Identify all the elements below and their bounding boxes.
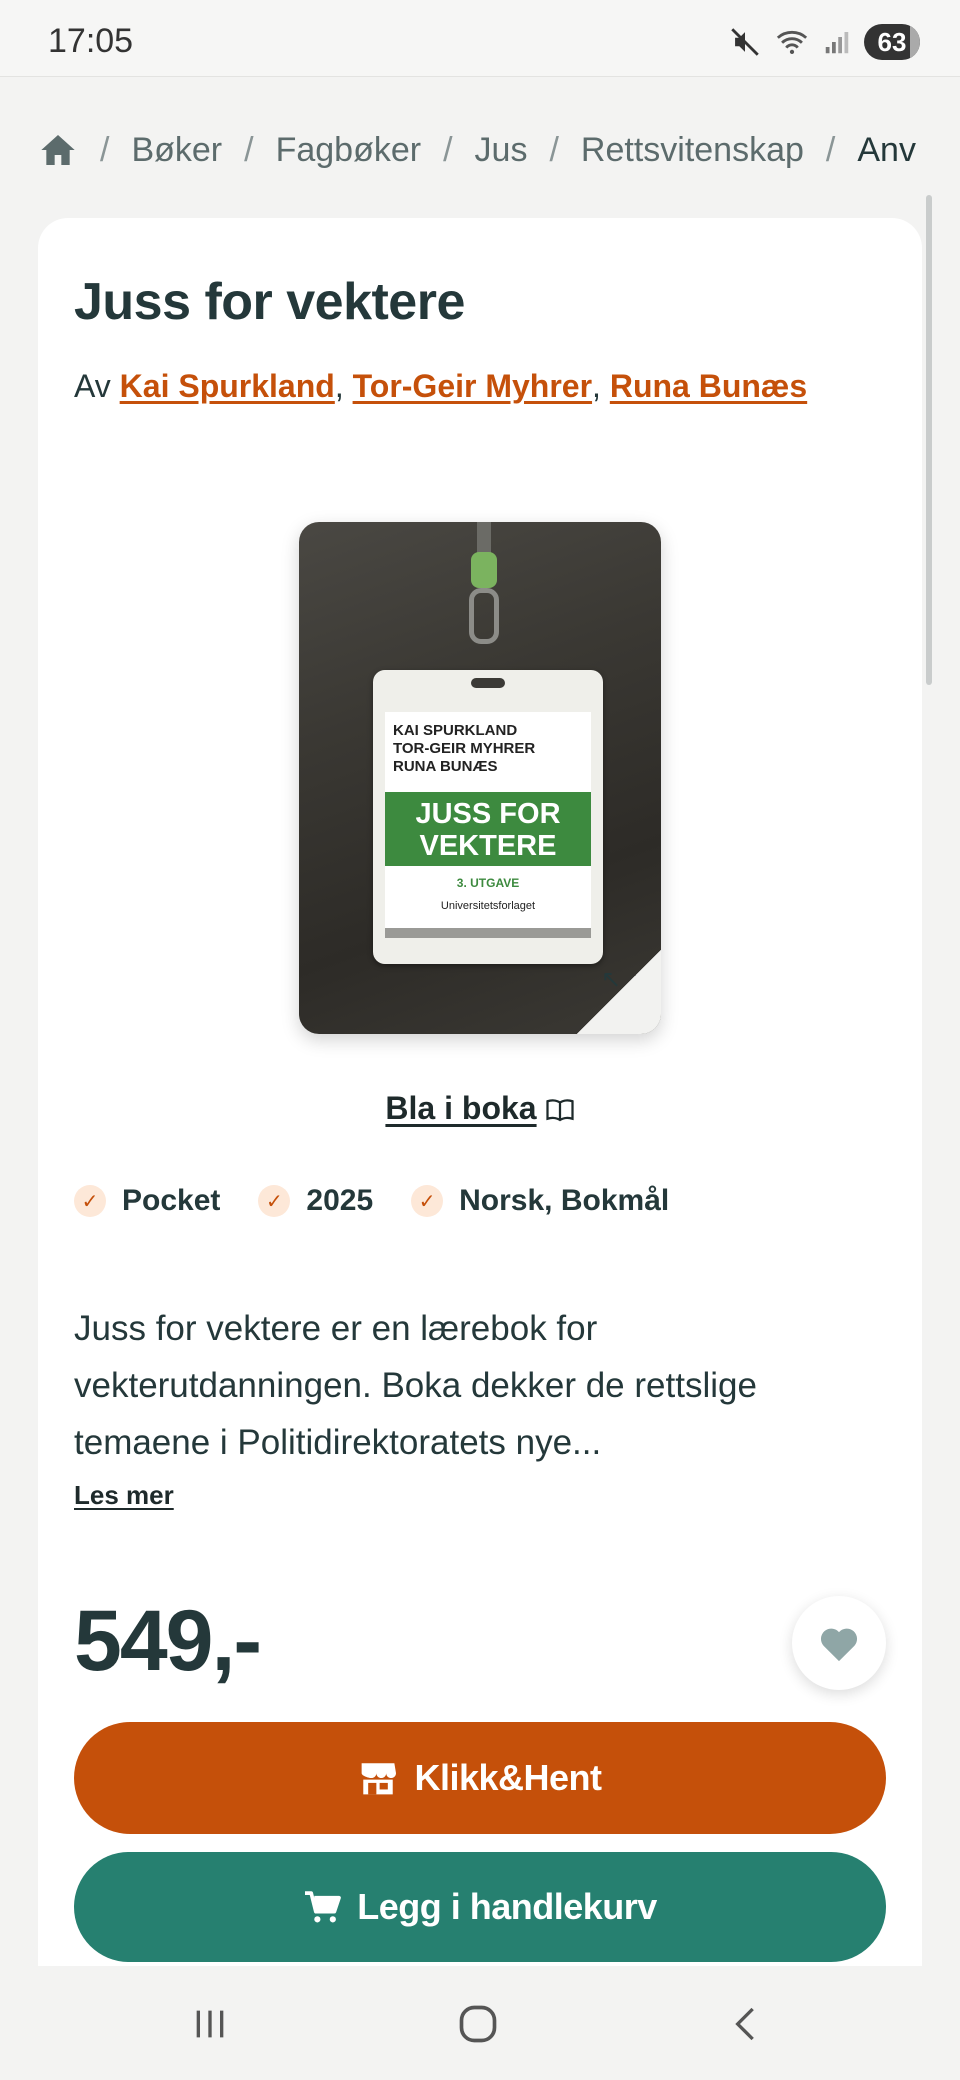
read-more-link[interactable]: Les mer [74, 1480, 174, 1511]
breadcrumb-item-fagboker[interactable]: Fagbøker [276, 131, 422, 170]
breadcrumb-item-boker[interactable]: Bøker [131, 131, 222, 170]
back-chevron-icon [735, 2007, 754, 2041]
home-circle-icon [459, 2005, 497, 2043]
recent-apps-icon [196, 2010, 224, 2038]
recent-apps-button[interactable] [180, 1994, 240, 2054]
mute-icon [731, 28, 759, 56]
back-button[interactable] [716, 1994, 776, 2054]
status-time: 17:05 [48, 22, 134, 60]
wifi-icon [776, 30, 808, 55]
author-link-kai-spurkland[interactable]: Kai Spurkland [120, 368, 335, 404]
store-icon [362, 1763, 397, 1795]
scrollbar[interactable] [926, 195, 932, 685]
cover-authors: KAI SPURKLAND TOR-GEIR MYHRER RUNA BUNÆS [393, 722, 536, 775]
feature-language: ✓ Norsk, Bokmål [411, 1184, 669, 1218]
home-icon[interactable] [38, 130, 78, 170]
click-and-collect-button[interactable]: Klikk&Hent [74, 1722, 886, 1834]
product-title: Juss for vektere [74, 273, 465, 331]
breadcrumb-item-jus[interactable]: Jus [475, 131, 528, 170]
book-cover-image[interactable]: KAI SPURKLAND TOR-GEIR MYHRER RUNA BUNÆS… [299, 522, 661, 1034]
expand-arrow-icon[interactable]: ↖ [601, 965, 621, 994]
breadcrumb-separator: / [443, 130, 453, 169]
status-icons: 63 [728, 24, 920, 60]
checkmark-icon: ✓ [74, 1185, 106, 1217]
authors-line: Av Kai Spurkland, Tor-Geir Myhrer, Runa … [74, 368, 808, 404]
battery-indicator: 63 [864, 24, 920, 60]
open-book-icon [545, 1099, 574, 1122]
feature-format: ✓ Pocket [74, 1184, 220, 1218]
product-price: 549,- [74, 1593, 262, 1689]
click-and-collect-label: Klikk&Hent [414, 1757, 602, 1798]
system-navigation-bar [0, 1966, 960, 2080]
home-button[interactable] [448, 1994, 508, 2054]
heart-icon [820, 1628, 858, 1662]
signal-icon [825, 32, 849, 54]
cover-hook [469, 588, 499, 644]
cover-edition: 3. UTGAVE [456, 876, 520, 890]
breadcrumb-item-rettsvitenskap[interactable]: Rettsvitenskap [581, 131, 804, 170]
cover-title: JUSS FOR VEKTERE [385, 792, 591, 866]
browse-book-link[interactable]: Bla i boka [0, 1090, 960, 1127]
checkmark-icon: ✓ [258, 1185, 291, 1217]
add-to-cart-label: Legg i handlekurv [357, 1886, 657, 1927]
breadcrumb-item-current[interactable]: Anv [857, 131, 916, 170]
product-description: Juss for vektere er en lærebok for vekte… [74, 1309, 757, 1462]
breadcrumb-separator: / [549, 130, 559, 169]
breadcrumb-separator: / [100, 130, 110, 169]
feature-year: ✓ 2025 [258, 1184, 373, 1218]
breadcrumb-separator: / [825, 130, 836, 169]
breadcrumb: / Bøker / Fagbøker / Jus / Rettsvitenska… [38, 120, 960, 180]
cover-publisher: Universitetsforlaget [440, 900, 536, 912]
checkmark-icon: ✓ [411, 1185, 444, 1217]
cover-clip [471, 552, 497, 588]
authors-prefix: Av [74, 368, 111, 404]
breadcrumb-separator: / [244, 130, 254, 169]
author-link-runa-bunaes[interactable]: Runa Bunæs [610, 368, 807, 404]
cart-icon [305, 1891, 342, 1923]
add-to-cart-button[interactable]: Legg i handlekurv [74, 1852, 886, 1962]
status-bar: 17:05 63 [0, 0, 960, 77]
cover-badge: KAI SPURKLAND TOR-GEIR MYHRER RUNA BUNÆS… [373, 670, 603, 964]
favorite-button[interactable] [792, 1596, 886, 1690]
author-link-tor-geir-myhrer[interactable]: Tor-Geir Myhrer [353, 368, 592, 404]
product-features: ✓ Pocket ✓ 2025 ✓ Norsk, Bokmål [74, 1184, 669, 1218]
